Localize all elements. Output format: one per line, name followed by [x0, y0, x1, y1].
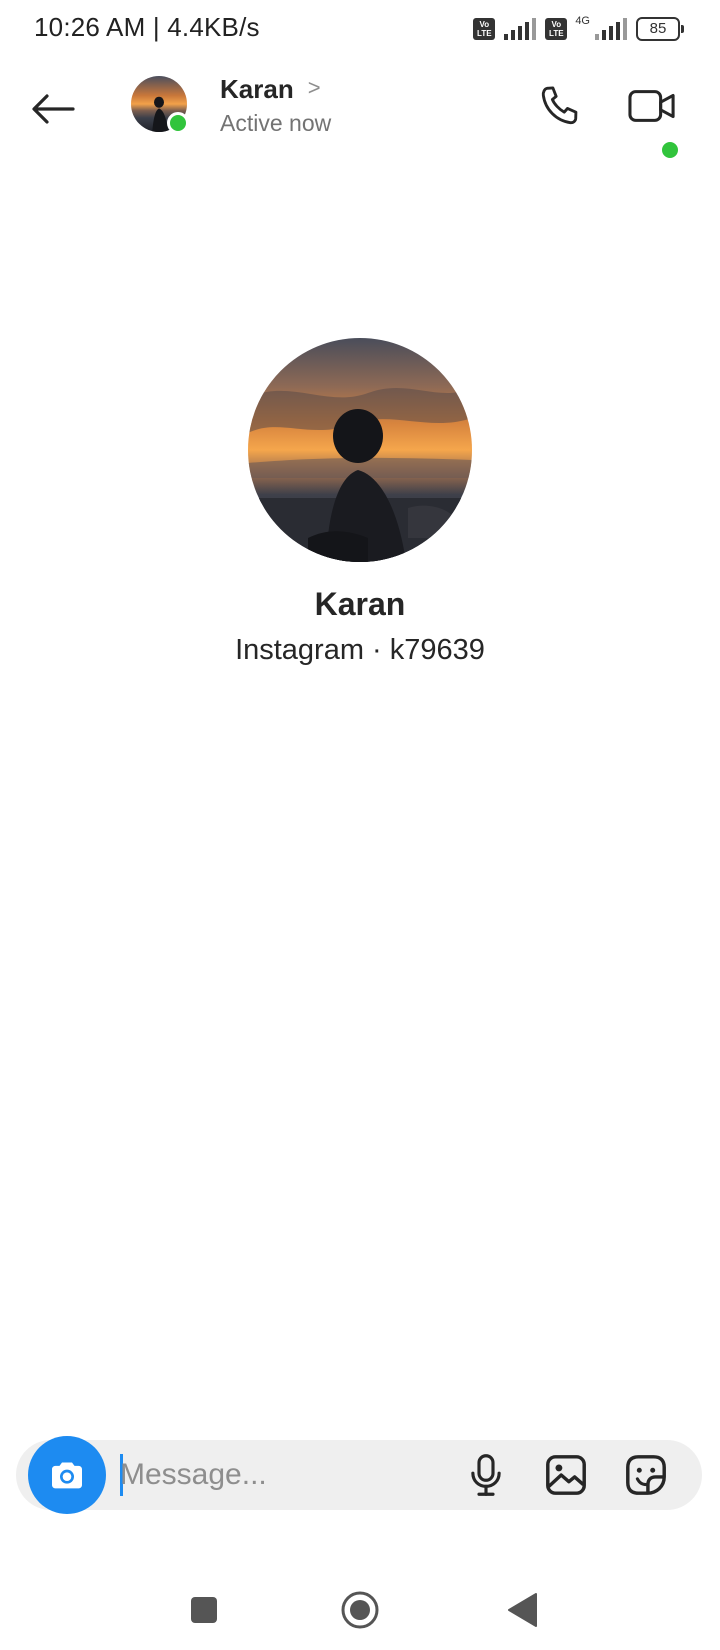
- video-active-indicator: [660, 140, 680, 160]
- back-button[interactable]: [26, 82, 80, 136]
- voice-call-button[interactable]: [530, 76, 590, 136]
- battery-indicator: 85: [636, 17, 684, 41]
- microphone-icon: [471, 1454, 501, 1496]
- header-name: Karan: [220, 74, 294, 104]
- video-call-button[interactable]: [622, 76, 682, 136]
- system-nav-bar: [0, 1560, 720, 1650]
- camera-icon: [52, 1462, 82, 1489]
- online-indicator: [167, 112, 189, 134]
- phone-icon: [541, 86, 578, 125]
- recents-button[interactable]: [176, 1582, 232, 1638]
- status-time-speed: 10:26 AM | 4.4KB/s: [34, 12, 260, 42]
- profile-avatar[interactable]: [248, 338, 472, 562]
- message-input[interactable]: [120, 1448, 450, 1502]
- header-profile-link[interactable]: Karan >: [220, 74, 321, 105]
- gallery-button[interactable]: [536, 1445, 596, 1505]
- nav-back-button[interactable]: [494, 1582, 550, 1638]
- image-icon: [546, 1455, 586, 1495]
- square-icon: [191, 1597, 217, 1623]
- chevron-right-icon: >: [307, 74, 321, 100]
- signal-icon-2: [595, 18, 627, 40]
- signal-icon: [504, 18, 537, 40]
- video-camera-icon: [628, 90, 675, 122]
- network-type: 4G: [575, 15, 590, 27]
- status-icons: Vo LTE Vo LTE 4G 85: [473, 14, 684, 44]
- profile-subtitle: Instagram · k79639: [235, 634, 485, 666]
- profile-name: Karan: [314, 586, 406, 622]
- profile-image: [248, 338, 472, 562]
- back-arrow-icon: [32, 94, 75, 124]
- sticker-icon: [626, 1455, 666, 1495]
- status-bar: 10:26 AM | 4.4KB/s Vo LTE Vo LTE 4G 85: [0, 0, 720, 56]
- chat-header: Karan > Active now: [0, 60, 720, 160]
- triangle-icon: [508, 1593, 537, 1627]
- voice-message-button[interactable]: [456, 1445, 516, 1505]
- active-status: Active now: [220, 110, 332, 136]
- message-composer: [16, 1436, 702, 1514]
- volte-icon-2: Vo LTE: [545, 18, 568, 40]
- sticker-button[interactable]: [616, 1445, 676, 1505]
- circle-icon: [341, 1591, 379, 1629]
- home-button[interactable]: [332, 1582, 388, 1638]
- volte-icon: Vo LTE: [473, 18, 496, 40]
- camera-button[interactable]: [28, 1436, 106, 1514]
